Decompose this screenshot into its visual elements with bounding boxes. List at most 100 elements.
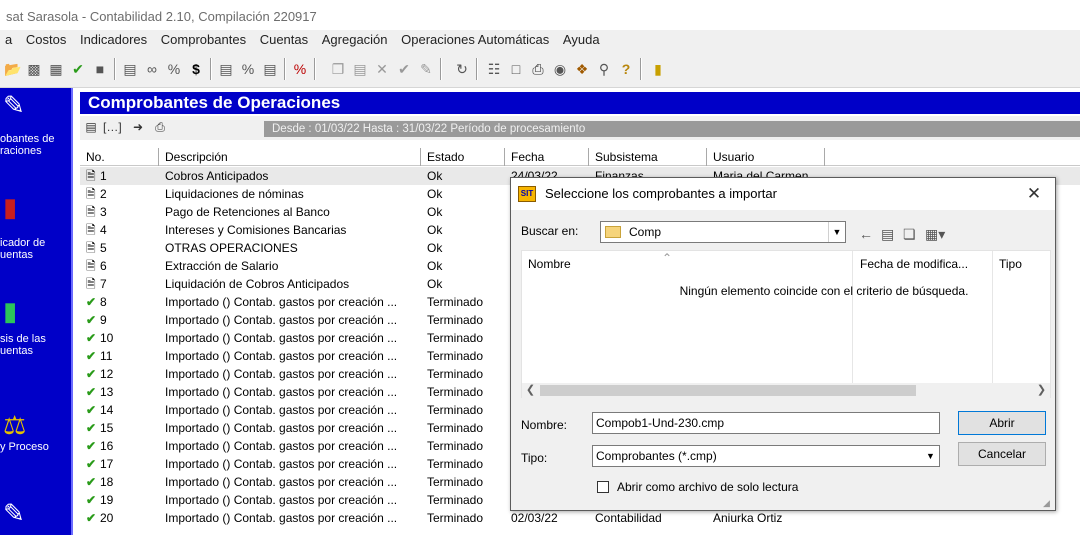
column-header-tipo[interactable]: Tipo [999, 257, 1022, 271]
globe-icon[interactable]: ◉ [552, 61, 568, 77]
horizontal-scrollbar[interactable]: ❮ ❯ [522, 383, 1050, 398]
menu-item-ayuda[interactable]: Ayuda [558, 30, 605, 47]
menu-item-comprobantes[interactable]: Comprobantes [156, 30, 251, 47]
cell-text: 18 [100, 475, 114, 489]
up-folder-icon[interactable]: ▤ [881, 226, 894, 243]
readonly-checkbox[interactable] [597, 481, 609, 493]
dialog-title: Seleccione los comprobantes a importar [511, 178, 1055, 210]
screen-icon[interactable]: ▩ [26, 61, 42, 77]
arrow-right-icon[interactable]: ➜ [130, 120, 146, 134]
red-book-icon[interactable]: ▮ [3, 192, 37, 222]
window-icon[interactable]: □ [508, 61, 524, 77]
check-icon: ✔ [86, 313, 97, 327]
close-icon[interactable]: ✕ [1019, 178, 1049, 210]
menu-item-costos[interactable]: Costos [21, 30, 71, 47]
grid-icon[interactable]: ▦ [48, 61, 64, 77]
sidebar-item-analisis[interactable]: sis de las uentas [0, 333, 73, 357]
link-icon[interactable]: ∞ [144, 61, 160, 77]
accounts-icon[interactable]: ▤ [122, 61, 138, 77]
scrollbar-thumb[interactable] [540, 385, 916, 396]
refresh-icon[interactable]: ↻ [454, 61, 470, 77]
report-icon[interactable]: ▤ [262, 61, 278, 77]
app-icon: SIT [518, 186, 536, 202]
scroll-left-icon[interactable]: ❮ [522, 383, 539, 398]
printer-icon[interactable]: ■ [92, 61, 108, 77]
column-header-usuario[interactable]: Usuario [707, 148, 825, 166]
column-header-nombre[interactable]: Nombre [528, 257, 571, 271]
column-header-descripcion[interactable]: Descripción [159, 148, 421, 166]
cell-text: 2 [100, 187, 107, 201]
look-in-combo[interactable]: Comp ▼ [600, 221, 846, 243]
paste-icon[interactable]: ▤ [352, 61, 368, 77]
readonly-label[interactable]: Abrir como archivo de solo lectura [617, 480, 798, 494]
accounting-book-icon[interactable]: ✎ [3, 90, 37, 120]
resize-grip-icon[interactable]: ◢ [1043, 498, 1053, 508]
approve-icon[interactable]: ✔ [396, 61, 412, 77]
sidebar-item-clasificador[interactable]: icador de uentas [0, 237, 73, 261]
cell-text: Liquidaciones de nóminas [165, 187, 304, 201]
check-icon[interactable]: ✔ [70, 61, 86, 77]
cell-estado: Ok [421, 275, 505, 293]
cell-no: ✔ 9 [80, 311, 159, 329]
view-menu-icon[interactable]: ▦▾ [925, 226, 945, 243]
sidebar-item-comprobantes[interactable]: obantes de raciones [0, 133, 73, 157]
cell-text: 11 [100, 349, 113, 363]
cell-desc: Importado () Contab. gastos por creación… [159, 455, 421, 473]
percent-doc-icon[interactable]: % [240, 61, 256, 77]
magnifier-icon[interactable]: ⚲ [596, 61, 612, 77]
open-folder-icon[interactable]: 📂 [4, 61, 21, 77]
new-folder-icon[interactable]: ❏ [903, 226, 916, 243]
printer-icon[interactable]: ⎙ [152, 120, 168, 134]
print-icon[interactable]: ⎙ [530, 61, 546, 77]
column-header-subsistema[interactable]: Subsistema [589, 148, 707, 166]
dollar-icon[interactable]: $ [188, 61, 204, 77]
menu-item-indicadores[interactable]: Indicadores [75, 30, 152, 47]
column-header-no[interactable]: No. [80, 148, 159, 166]
menu-item-agregacion[interactable]: Agregación [317, 30, 393, 47]
edit-icon[interactable]: ✎ [418, 61, 434, 77]
cell-no: ✔ 13 [80, 383, 159, 401]
analysis-book-icon[interactable]: ▮ [3, 296, 37, 326]
column-header-estado[interactable]: Estado [421, 148, 505, 166]
cell-estado: Terminado [421, 491, 505, 509]
cell-estado: Ok [421, 221, 505, 239]
cell-text: 13 [100, 385, 114, 399]
help-icon[interactable]: ? [618, 61, 634, 77]
cell-no: 🗎 4 [80, 221, 159, 239]
cell-estado: Terminado [421, 383, 505, 401]
empty-message: Ningún elemento coincide con el criterio… [679, 284, 969, 298]
ledger-icon[interactable]: ▤ [218, 61, 234, 77]
file-list[interactable]: Nombre ⌃ Fecha de modifica... Tipo Ningú… [521, 250, 1051, 398]
copy-icon[interactable]: ❐ [330, 61, 346, 77]
document-icon[interactable]: ✎ [3, 498, 37, 528]
menu-item-operaciones-automaticas[interactable]: Operaciones Automáticas [396, 30, 554, 47]
open-button[interactable]: Abrir [958, 411, 1046, 435]
new-voucher-icon[interactable]: ▤ [83, 120, 99, 134]
table-row[interactable]: ✔ 20 Importado () Contab. gastos por creac… [80, 509, 1080, 527]
filter-icon[interactable]: […] [103, 120, 122, 134]
column-header-fecha[interactable]: Fecha [505, 148, 589, 166]
tree-icon[interactable]: ☷ [486, 61, 502, 77]
percent-red-icon[interactable]: % [292, 61, 308, 77]
back-arrow-icon[interactable]: ← [859, 226, 873, 242]
chevron-down-icon[interactable]: ▼ [922, 446, 939, 466]
percent-icon[interactable]: % [166, 61, 182, 77]
cancel-button[interactable]: Cancelar [958, 442, 1046, 466]
cell-text: 15 [100, 421, 114, 435]
scroll-right-icon[interactable]: ❯ [1033, 383, 1050, 398]
sidebar-item-procesos[interactable]: y Proceso [0, 441, 73, 453]
column-header-fecha-modificacion[interactable]: Fecha de modifica... [860, 257, 968, 271]
file-type-select[interactable]: Comprobantes (*.cmp) ▼ [592, 445, 940, 467]
document-icon: 🗎 [86, 259, 96, 273]
balance-scale-icon[interactable]: ⚖ [3, 410, 37, 440]
cell-text: Terminado [427, 295, 484, 309]
box-icon[interactable]: ❖ [574, 61, 590, 77]
exit-door-icon[interactable]: ▮ [650, 61, 666, 77]
cell-text: Importado () Contab. gastos por creación… [165, 511, 398, 525]
menu-item-archivo[interactable]: a [0, 30, 17, 47]
delete-icon[interactable]: ✕ [374, 61, 390, 77]
chevron-down-icon[interactable]: ▼ [828, 222, 845, 242]
cell-estado: Ok [421, 239, 505, 257]
menu-item-cuentas[interactable]: Cuentas [255, 30, 313, 47]
filename-input[interactable]: Compob1-Und-230.cmp [592, 412, 940, 434]
